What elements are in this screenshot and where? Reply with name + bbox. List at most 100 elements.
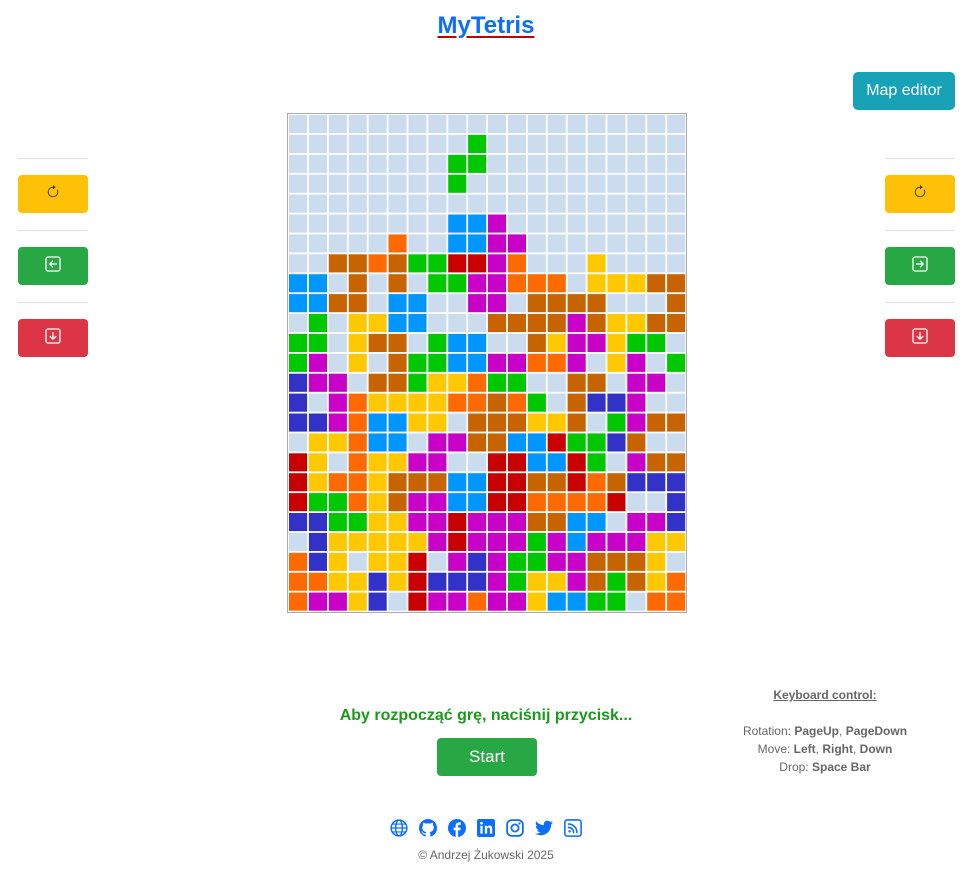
board-cell-block (468, 393, 487, 412)
board-cell-block (289, 274, 308, 293)
game-board[interactable] (287, 113, 687, 613)
board-cell-empty (567, 154, 586, 173)
board-cell-empty (368, 115, 387, 134)
board-cell-block (488, 552, 507, 571)
board-cell-empty (408, 154, 427, 173)
rotate-button-right[interactable] (885, 175, 955, 213)
board-cell-block (368, 592, 387, 611)
board-cell-empty (607, 294, 626, 313)
board-cell-block (527, 572, 546, 591)
linkedin-icon[interactable] (477, 819, 495, 837)
board-cell-block (408, 254, 427, 273)
board-cell-empty (647, 493, 666, 512)
board-cell-empty (368, 274, 387, 293)
board-cell-empty (428, 115, 447, 134)
board-cell-block (527, 592, 546, 611)
board-cell-block (408, 572, 427, 591)
board-cell-block (308, 473, 327, 492)
board-cell-block (428, 572, 447, 591)
board-cell-block (647, 552, 666, 571)
board-cell-empty (667, 254, 686, 273)
board-cell-block (488, 254, 507, 273)
board-cell-block (527, 493, 546, 512)
board-cell-block (328, 493, 347, 512)
board-cell-block (388, 274, 407, 293)
board-cell-block (328, 572, 347, 591)
board-cell-block (567, 294, 586, 313)
board-cell-block (348, 532, 367, 551)
drop-button-right[interactable] (885, 319, 955, 357)
board-cell-empty (428, 234, 447, 253)
board-cell-block (428, 592, 447, 611)
board-cell-empty (607, 234, 626, 253)
board-cell-empty (647, 194, 666, 213)
board-cell-block (388, 513, 407, 532)
board-cell-empty (607, 154, 626, 173)
board-cell-block (488, 274, 507, 293)
board-cell-block (368, 532, 387, 551)
drop-button-left[interactable] (18, 319, 88, 357)
instagram-icon[interactable] (506, 819, 524, 837)
board-cell-empty (368, 214, 387, 233)
board-cell-block (587, 453, 606, 472)
board-cell-empty (488, 194, 507, 213)
board-cell-block (328, 473, 347, 492)
board-cell-empty (547, 393, 566, 412)
twitter-icon[interactable] (535, 819, 553, 837)
board-cell-empty (647, 115, 666, 134)
move-right-button[interactable] (885, 247, 955, 285)
board-cell-block (627, 413, 646, 432)
board-cell-block (587, 333, 606, 352)
board-cell-block (408, 453, 427, 472)
board-cell-block (468, 333, 487, 352)
map-editor-button[interactable]: Map editor (853, 72, 955, 110)
board-cell-empty (468, 194, 487, 213)
board-cell-block (547, 513, 566, 532)
board-cell-block (527, 513, 546, 532)
board-cell-block (289, 493, 308, 512)
board-cell-empty (488, 174, 507, 193)
board-cell-block (607, 353, 626, 372)
board-cell-block (448, 572, 467, 591)
board-cell-block (428, 373, 447, 392)
board-cell-empty (607, 373, 626, 392)
board-cell-block (448, 174, 467, 193)
github-icon[interactable] (419, 819, 437, 837)
board-cell-empty (308, 254, 327, 273)
board-cell-block (348, 513, 367, 532)
board-cell-empty (428, 194, 447, 213)
board-cell-block (408, 513, 427, 532)
board-cell-block (289, 393, 308, 412)
board-cell-block (587, 274, 606, 293)
board-cell-empty (328, 274, 347, 293)
board-cell-block (667, 314, 686, 333)
title-link[interactable]: MyTetris (438, 12, 535, 39)
board-cell-empty (289, 134, 308, 153)
board-cell-block (567, 314, 586, 333)
globe-icon[interactable] (390, 819, 408, 837)
board-cell-block (308, 274, 327, 293)
start-button[interactable]: Start (437, 738, 537, 776)
board-cell-block (607, 493, 626, 512)
board-cell-empty (368, 234, 387, 253)
board-cell-block (468, 373, 487, 392)
board-cell-block (607, 473, 626, 492)
board-cell-empty (308, 214, 327, 233)
board-cell-block (647, 453, 666, 472)
board-cell-block (468, 473, 487, 492)
board-cell-block (289, 592, 308, 611)
rss-icon[interactable] (564, 819, 582, 837)
board-cell-block (448, 493, 467, 512)
board-cell-empty (547, 154, 566, 173)
board-cell-empty (308, 154, 327, 173)
board-cell-block (388, 254, 407, 273)
rotate-button-left[interactable] (18, 175, 88, 213)
board-cell-block (348, 453, 367, 472)
right-controls (885, 158, 955, 357)
board-cell-empty (667, 194, 686, 213)
board-cell-block (507, 353, 526, 372)
move-left-button[interactable] (18, 247, 88, 285)
board-cell-block (468, 532, 487, 551)
board-cell-empty (289, 214, 308, 233)
facebook-icon[interactable] (448, 819, 466, 837)
